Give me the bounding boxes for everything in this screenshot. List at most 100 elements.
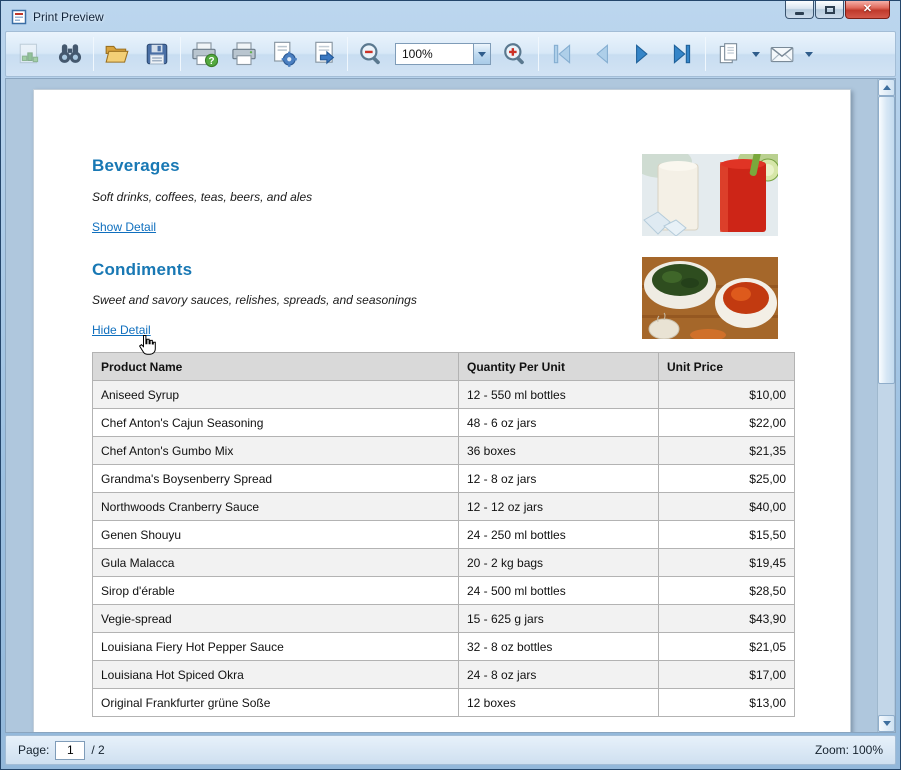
app-icon <box>11 9 27 25</box>
price-cell: $10,00 <box>659 381 795 409</box>
print-icon: ? <box>190 40 218 68</box>
quantity-cell: 24 - 8 oz jars <box>459 661 659 689</box>
zoom-combo[interactable]: 100% <box>395 43 491 65</box>
minimize-icon <box>795 12 804 15</box>
customize-button[interactable] <box>10 34 50 74</box>
quantity-cell: 24 - 250 ml bottles <box>459 521 659 549</box>
table-row: Northwoods Cranberry Sauce12 - 12 oz jar… <box>93 493 795 521</box>
category-title-condiments: Condiments <box>92 260 192 280</box>
product-name-cell: Aniseed Syrup <box>93 381 459 409</box>
scale-icon <box>310 40 338 68</box>
category-description: Sweet and savory sauces, relishes, sprea… <box>92 293 417 307</box>
zoom-combo-dropdown[interactable] <box>473 44 490 64</box>
zoom-out-icon <box>358 41 384 67</box>
window-controls: ✕ <box>784 1 890 19</box>
chevron-down-icon <box>478 52 486 57</box>
svg-text:?: ? <box>209 56 215 67</box>
product-table: Product NameQuantity Per UnitUnit Price … <box>92 352 795 717</box>
close-icon: ✕ <box>863 4 872 15</box>
category-title-beverages: Beverages <box>92 156 180 176</box>
table-row: Original Frankfurter grüne Soße12 boxes$… <box>93 689 795 717</box>
table-header-row: Product NameQuantity Per UnitUnit Price <box>93 353 795 381</box>
price-cell: $22,00 <box>659 409 795 437</box>
table-row: Vegie-spread15 - 625 g jars$43,90 <box>93 605 795 633</box>
table-row: Louisiana Fiery Hot Pepper Sauce32 - 8 o… <box>93 633 795 661</box>
vertical-scrollbar[interactable] <box>877 79 894 732</box>
statusbar: Page: / 2 Zoom: 100% <box>5 735 896 765</box>
page-setup-icon <box>270 40 298 68</box>
save-button[interactable] <box>137 34 177 74</box>
next-page-button[interactable] <box>622 34 662 74</box>
print-button[interactable]: ? <box>184 34 224 74</box>
maximize-button[interactable] <box>815 1 844 19</box>
toolbar-separator <box>93 37 94 71</box>
price-cell: $17,00 <box>659 661 795 689</box>
quantity-cell: 36 boxes <box>459 437 659 465</box>
scroll-down-button[interactable] <box>878 715 895 732</box>
category-description: Soft drinks, coffees, teas, beers, and a… <box>92 190 312 204</box>
chevron-down-icon <box>752 52 760 57</box>
mouse-cursor-hand-icon <box>138 334 156 361</box>
quick-print-button[interactable] <box>224 34 264 74</box>
send-email-button[interactable] <box>762 34 802 74</box>
show-detail-link[interactable]: Show Detail <box>92 220 156 234</box>
document-page: Beverages Soft drinks, coffees, teas, be… <box>33 89 851 733</box>
open-folder-icon <box>104 41 130 67</box>
zoom-in-button[interactable] <box>495 34 535 74</box>
table-row: Gula Malacca20 - 2 kg bags$19,45 <box>93 549 795 577</box>
column-header: Unit Price <box>659 353 795 381</box>
previous-page-button[interactable] <box>582 34 622 74</box>
chevron-down-icon <box>805 52 813 57</box>
last-page-button[interactable] <box>662 34 702 74</box>
quantity-cell: 12 - 12 oz jars <box>459 493 659 521</box>
send-email-icon <box>769 41 795 67</box>
table-row: Sirop d'érable24 - 500 ml bottles$28,50 <box>93 577 795 605</box>
multiple-pages-icon <box>716 41 742 67</box>
minimize-button[interactable] <box>785 1 814 19</box>
column-header: Quantity Per Unit <box>459 353 659 381</box>
arrow-down-icon <box>883 721 891 726</box>
export-document-button[interactable] <box>709 34 749 74</box>
toolbar-separator <box>538 37 539 71</box>
export-dropdown-button[interactable] <box>749 37 762 71</box>
quantity-cell: 32 - 8 oz bottles <box>459 633 659 661</box>
page-setup-button[interactable] <box>264 34 304 74</box>
quantity-cell: 15 - 625 g jars <box>459 605 659 633</box>
scroll-up-button[interactable] <box>878 79 895 96</box>
price-cell: $13,00 <box>659 689 795 717</box>
first-page-button[interactable] <box>542 34 582 74</box>
zoom-status: Zoom: 100% <box>815 743 883 757</box>
table-row: Aniseed Syrup12 - 550 ml bottles$10,00 <box>93 381 795 409</box>
search-button[interactable] <box>50 34 90 74</box>
send-email-dropdown-button[interactable] <box>802 37 815 71</box>
product-name-cell: Northwoods Cranberry Sauce <box>93 493 459 521</box>
preview-area: Beverages Soft drinks, coffees, teas, be… <box>5 78 896 733</box>
product-name-cell: Vegie-spread <box>93 605 459 633</box>
quantity-cell: 12 - 8 oz jars <box>459 465 659 493</box>
product-name-cell: Gula Malacca <box>93 549 459 577</box>
product-name-cell: Chef Anton's Gumbo Mix <box>93 437 459 465</box>
first-page-icon <box>549 41 575 67</box>
close-button[interactable]: ✕ <box>845 1 890 19</box>
next-page-icon <box>629 41 655 67</box>
price-cell: $21,05 <box>659 633 795 661</box>
table-row: Genen Shouyu24 - 250 ml bottles$15,50 <box>93 521 795 549</box>
maximize-icon <box>825 6 835 14</box>
window-title: Print Preview <box>33 10 104 24</box>
quick-print-icon <box>230 40 258 68</box>
price-cell: $43,90 <box>659 605 795 633</box>
zoom-in-icon <box>502 41 528 67</box>
zoom-out-button[interactable] <box>351 34 391 74</box>
quantity-cell: 48 - 6 oz jars <box>459 409 659 437</box>
price-cell: $15,50 <box>659 521 795 549</box>
scrollbar-thumb[interactable] <box>878 96 895 384</box>
customize-icon <box>17 41 43 67</box>
product-name-cell: Sirop d'érable <box>93 577 459 605</box>
price-cell: $25,00 <box>659 465 795 493</box>
page-total: / 2 <box>91 743 104 757</box>
product-name-cell: Original Frankfurter grüne Soße <box>93 689 459 717</box>
scale-button[interactable] <box>304 34 344 74</box>
price-cell: $28,50 <box>659 577 795 605</box>
open-button[interactable] <box>97 34 137 74</box>
page-number-input[interactable] <box>55 741 85 760</box>
